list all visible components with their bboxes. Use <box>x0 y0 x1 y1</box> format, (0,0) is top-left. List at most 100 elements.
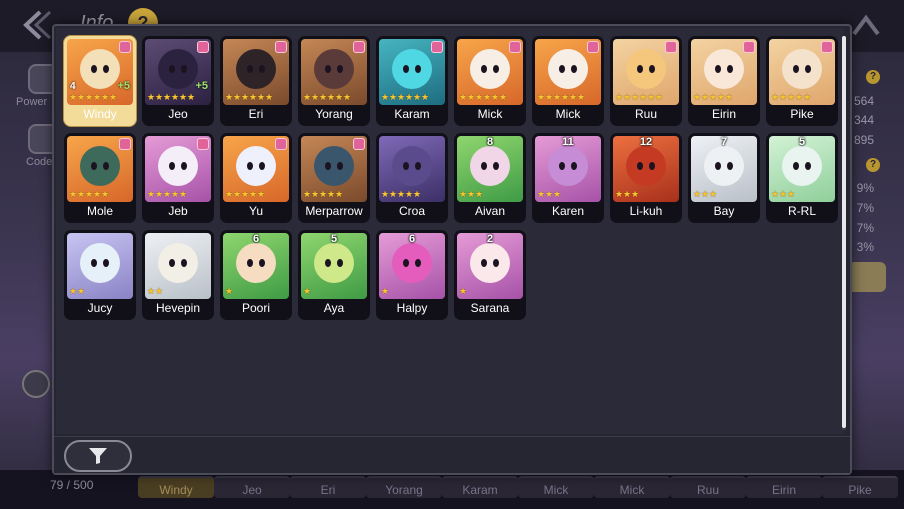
character-card[interactable]: +5 ★ ★ ★ ★ ★ ★ Jeo <box>142 36 214 126</box>
back-arrow-icon[interactable] <box>20 8 54 42</box>
character-card[interactable]: ★ ★ ★ ★ ★ ★ Karam <box>376 36 448 126</box>
character-eye <box>793 162 799 170</box>
character-grid-area: 4 +5 ★ ★ ★ ★ ★ ★ Windy +5 ★ ★ ★ ★ ★ ★ Jeo ★ ★ ★ ★ ★ ★ Eri ★ ★ ★ ★ ★ ★… <box>56 28 846 434</box>
character-card[interactable]: 11 ★ ★ ★ Karen <box>532 133 604 223</box>
character-card[interactable]: 5 ★ Aya <box>298 230 370 320</box>
character-eye <box>571 65 577 73</box>
character-card[interactable]: ★ ★ ★ ★ ★ Mole <box>64 133 136 223</box>
scrollbar-thumb[interactable] <box>842 36 846 428</box>
star-icon: ★ <box>179 189 188 199</box>
character-eye <box>325 162 331 170</box>
team-slot[interactable]: Pike <box>822 476 898 498</box>
character-card[interactable]: ★ ★ ★ ★ ★ Merparrow <box>298 133 370 223</box>
character-name: Croa <box>398 204 425 218</box>
character-card[interactable]: 4 +5 ★ ★ ★ ★ ★ ★ Windy <box>64 36 136 126</box>
character-eye <box>181 65 187 73</box>
character-figure <box>782 49 822 89</box>
character-name: Jeo <box>168 107 188 121</box>
character-card[interactable]: ★ ★ ★ ★ ★ Jeb <box>142 133 214 223</box>
character-card[interactable]: ★ ★ ★ ★ ★ ★ Mick <box>532 36 604 126</box>
star-icon: ★ <box>693 189 702 199</box>
character-card[interactable]: 8 ★ ★ ★ Aivan <box>454 133 526 223</box>
filter-button[interactable] <box>64 440 132 472</box>
star-rating: ★ ★ ★ ★ ★ <box>147 190 187 200</box>
character-figure <box>314 49 354 89</box>
character-name: R-RL <box>787 204 816 218</box>
team-slot[interactable]: Yorang <box>366 476 442 498</box>
character-card[interactable]: ★ ★ Hevepin <box>142 230 214 320</box>
team-slot[interactable]: Windy <box>138 476 214 498</box>
team-slot[interactable]: Karam <box>442 476 518 498</box>
character-figure <box>470 146 510 186</box>
character-figure <box>80 49 120 89</box>
character-card[interactable]: 6 ★ Halpy <box>376 230 448 320</box>
character-name: Karam <box>394 107 430 121</box>
star-icon: ★ <box>561 92 570 102</box>
character-card[interactable]: ★ ★ ★ ★ ★ Pike <box>766 36 838 126</box>
character-card[interactable]: ★ ★ ★ ★ ★ ★ Eri <box>220 36 292 126</box>
star-rating: ★ ★ ★ ★ ★ <box>771 93 811 103</box>
team-slot[interactable]: Ruu <box>670 476 746 498</box>
stat-value: 7% <box>856 201 874 215</box>
awakening-mark-icon <box>197 41 209 53</box>
character-eye <box>571 162 577 170</box>
character-card[interactable]: ★ ★ ★ ★ ★ ★ Ruu <box>610 36 682 126</box>
awakening-mark-icon <box>119 41 131 53</box>
team-slot[interactable]: Eri <box>290 476 366 498</box>
character-eye <box>481 65 487 73</box>
character-name: Yu <box>248 204 263 218</box>
character-card[interactable]: ★ ★ ★ ★ ★ Yu <box>220 133 292 223</box>
star-icon: ★ <box>319 92 328 102</box>
character-eye <box>169 162 175 170</box>
character-card[interactable]: ★ ★ Jucy <box>64 230 136 320</box>
character-card[interactable]: ★ ★ ★ ★ ★ Eirin <box>688 36 760 126</box>
character-figure <box>236 243 276 283</box>
character-figure <box>470 49 510 89</box>
card-level: 5 <box>798 136 806 148</box>
character-figure <box>80 243 120 283</box>
star-icon: ★ <box>537 189 546 199</box>
star-icon: ★ <box>577 92 586 102</box>
star-icon: ★ <box>109 92 118 102</box>
background-action-button[interactable] <box>848 262 886 292</box>
star-icon: ★ <box>225 286 234 296</box>
character-card[interactable]: 6 ★ Poori <box>220 230 292 320</box>
star-rating: ★ <box>459 287 467 297</box>
star-rating: ★ <box>303 287 311 297</box>
star-icon: ★ <box>335 189 344 199</box>
star-icon: ★ <box>467 189 476 199</box>
character-card[interactable]: ★ ★ ★ ★ ★ ★ Mick <box>454 36 526 126</box>
character-eye <box>403 259 409 267</box>
star-icon: ★ <box>303 92 312 102</box>
grid-view-icon[interactable] <box>22 370 50 398</box>
character-name: Merparrow <box>305 204 363 218</box>
star-icon: ★ <box>303 286 312 296</box>
star-rating: ★ ★ ★ ★ ★ <box>693 93 733 103</box>
team-slot[interactable]: Mick <box>518 476 594 498</box>
character-card[interactable]: ★ ★ ★ ★ ★ Croa <box>376 133 448 223</box>
character-card[interactable]: 5 ★ ★ ★ R-RL <box>766 133 838 223</box>
character-card[interactable]: 7 ★ ★ ★ Bay <box>688 133 760 223</box>
star-icon: ★ <box>319 189 328 199</box>
star-icon: ★ <box>69 286 78 296</box>
star-rating: ★ ★ ★ <box>537 190 561 200</box>
character-card[interactable]: 12 ★ ★ ★ Li-kuh <box>610 133 682 223</box>
character-eye <box>259 259 265 267</box>
character-portrait: ★ ★ ★ ★ ★ <box>223 136 289 202</box>
background-corner-arrow-icon[interactable] <box>848 8 884 44</box>
star-icon: ★ <box>233 92 242 102</box>
character-figure <box>626 146 666 186</box>
star-icon: ★ <box>553 189 562 199</box>
team-slot[interactable]: Jeo <box>214 476 290 498</box>
character-name: Eri <box>248 107 264 121</box>
character-card[interactable]: ★ ★ ★ ★ ★ ★ Yorang <box>298 36 370 126</box>
bottom-team-strip: Windy Jeo Eri Yorang Karam Mick Mick Ruu… <box>138 476 898 498</box>
team-slot[interactable]: Eirin <box>746 476 822 498</box>
card-level: 6 <box>408 233 416 245</box>
team-slot[interactable]: Mick <box>594 476 670 498</box>
scrollbar[interactable] <box>842 36 846 430</box>
character-card[interactable]: 2 ★ Sarana <box>454 230 526 320</box>
character-figure <box>392 49 432 89</box>
star-rating: ★ ★ <box>69 287 85 297</box>
character-eye <box>169 259 175 267</box>
